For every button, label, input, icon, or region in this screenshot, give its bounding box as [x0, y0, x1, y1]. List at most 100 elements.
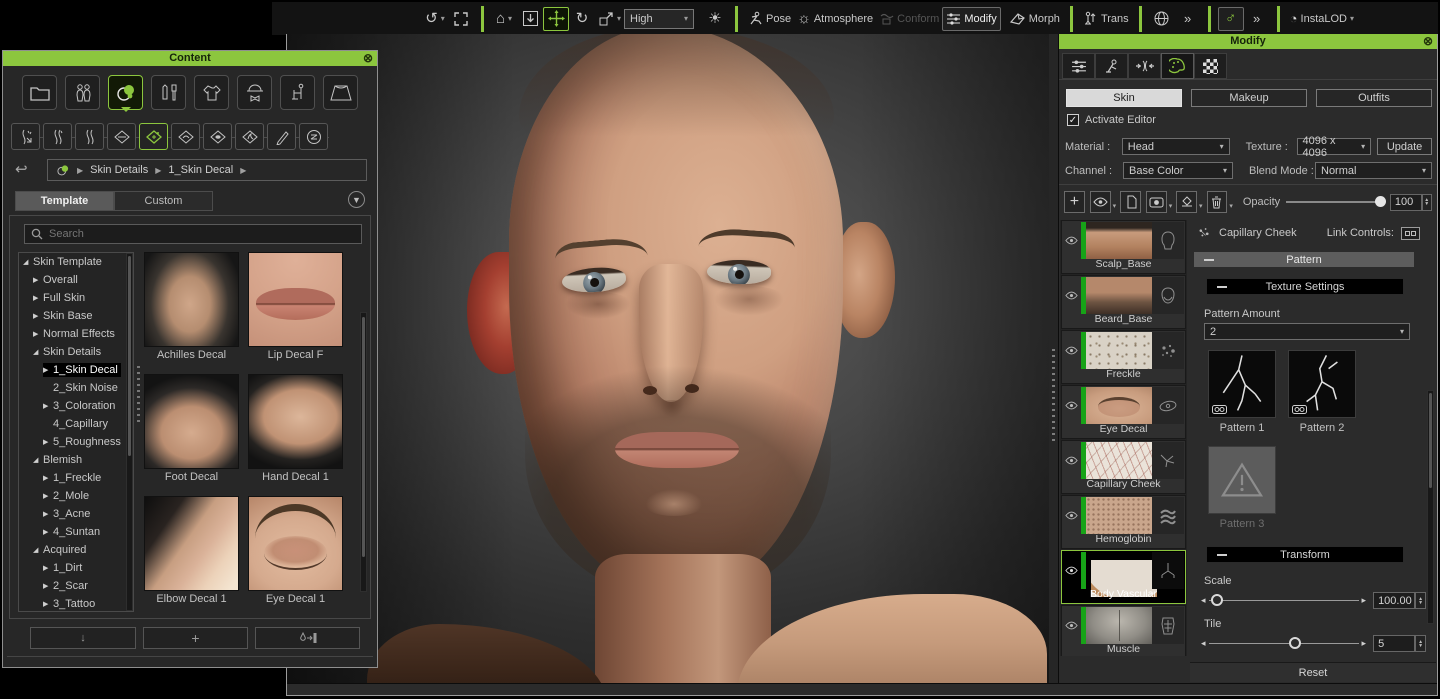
category-cloth-button[interactable] — [194, 75, 229, 110]
scale-tool-button[interactable]: ▾ — [595, 7, 624, 31]
tree-item[interactable]: 2_Mole — [19, 487, 133, 505]
asset-thumbnail[interactable] — [144, 496, 239, 591]
category-stage-button[interactable] — [323, 75, 358, 110]
morph-button[interactable]: Morph — [1007, 7, 1063, 31]
pattern-2-thumbnail[interactable] — [1288, 350, 1356, 418]
pattern-1-thumbnail[interactable] — [1208, 350, 1276, 418]
subcat-tattoo-pen-button[interactable] — [267, 123, 296, 150]
category-actor-button[interactable] — [65, 75, 100, 110]
opacity-slider[interactable] — [1286, 201, 1384, 203]
breadcrumb-child[interactable]: 1_Skin Decal — [168, 164, 233, 176]
texture-size-select[interactable]: 4096 x 4096▾ — [1297, 138, 1372, 155]
blend-mode-select[interactable]: Normal▾ — [1315, 162, 1432, 179]
tree-item[interactable]: 5_Roughness — [19, 433, 133, 451]
grid-scrollbar[interactable] — [360, 312, 367, 592]
tree-item[interactable]: Skin Base — [19, 307, 133, 325]
expand-more-button[interactable]: » — [1175, 7, 1201, 31]
expand-icon[interactable] — [33, 348, 43, 356]
tree-item[interactable]: 3_Coloration — [19, 397, 133, 415]
fullscreen-button[interactable] — [448, 7, 474, 31]
layer-row-body-vascular[interactable]: Body Vascular — [1061, 550, 1186, 604]
material-select[interactable]: Head▾ — [1122, 138, 1230, 155]
layer-row-capillary-cheek[interactable]: Capillary Cheek — [1061, 440, 1186, 494]
breadcrumb[interactable]: ▶ Skin Details ▶ 1_Skin Decal ▶ — [47, 159, 367, 181]
asset-thumbnail[interactable] — [248, 496, 343, 591]
skin-category-button[interactable]: Skin — [1066, 89, 1182, 107]
tab-morph[interactable] — [1128, 53, 1161, 79]
visibility-eye-icon[interactable] — [1062, 221, 1081, 259]
visibility-eye-icon[interactable] — [1062, 276, 1081, 314]
visibility-eye-icon[interactable] — [1062, 606, 1081, 644]
scale-slider-knob[interactable] — [1211, 594, 1223, 606]
visibility-eye-icon[interactable] — [1062, 386, 1081, 424]
pattern-section-header[interactable]: Pattern — [1194, 252, 1414, 267]
slider-right-arrow[interactable]: ▸ — [1362, 595, 1367, 606]
channel-select[interactable]: Base Color▾ — [1123, 162, 1233, 179]
expand-icon[interactable] — [23, 258, 33, 266]
add-layer-button[interactable]: + — [1064, 191, 1085, 213]
category-prop-button[interactable] — [280, 75, 315, 110]
tab-custom[interactable]: Custom — [114, 191, 213, 211]
splitter-grip[interactable] — [1052, 349, 1055, 441]
scale-slider[interactable] — [1209, 600, 1359, 601]
tree-item[interactable]: 2_Scar — [19, 577, 133, 595]
scrollbar-thumb[interactable] — [1429, 393, 1432, 488]
lighting-button[interactable]: ☀ — [702, 7, 728, 31]
scale-spinner[interactable]: ▲▼ — [1415, 592, 1426, 609]
tab-pose[interactable] — [1095, 53, 1128, 79]
activate-editor-checkbox[interactable] — [1067, 114, 1079, 126]
expand-icon[interactable] — [43, 582, 53, 590]
category-project-button[interactable] — [22, 75, 57, 110]
visibility-eye-icon[interactable] — [1062, 331, 1081, 369]
breadcrumb-root[interactable]: Skin Details — [90, 164, 148, 176]
asset-item[interactable]: Achilles Decal — [144, 252, 239, 361]
tree-item[interactable]: 4_Suntan — [19, 523, 133, 541]
bake-button[interactable] — [1176, 191, 1197, 213]
expand-icon[interactable] — [33, 312, 43, 320]
makeup-category-button[interactable]: Makeup — [1191, 89, 1307, 107]
tree-item-selected[interactable]: 1_Skin Decal — [19, 361, 133, 379]
pattern-amount-select[interactable]: 2 ▾ — [1204, 323, 1410, 340]
expand-icon[interactable] — [43, 366, 53, 374]
visibility-eye-icon[interactable] — [1062, 551, 1081, 589]
layer-row-freckle[interactable]: Freckle — [1061, 330, 1186, 384]
layer-row-scalp-base[interactable]: Scalp_Base — [1061, 220, 1186, 274]
close-icon[interactable]: ⊗ — [1423, 34, 1433, 49]
tile-spinner[interactable]: ▲▼ — [1415, 635, 1426, 652]
opacity-value[interactable]: 100 — [1390, 194, 1422, 211]
expand-more-button-2[interactable]: » — [1244, 7, 1270, 31]
texture-settings-header[interactable]: Texture Settings — [1206, 278, 1404, 295]
opacity-spinner[interactable]: ▲▼ — [1422, 194, 1432, 211]
instalod-button[interactable]: ◔ InstaLOD ▾ — [1287, 7, 1357, 31]
asset-item[interactable]: Lip Decal F — [248, 252, 343, 361]
layer-row-eye-decal[interactable]: Eye Decal — [1061, 385, 1186, 439]
tree-item[interactable]: 1_Dirt — [19, 559, 133, 577]
slider-left-arrow[interactable]: ◂ — [1201, 638, 1206, 649]
outfits-category-button[interactable]: Outfits — [1316, 89, 1432, 107]
tab-attribute[interactable] — [1062, 53, 1095, 79]
subcat-body-button[interactable] — [75, 123, 104, 150]
subcat-skin-preset-button[interactable] — [11, 123, 40, 150]
subcat-character-style-button[interactable] — [299, 123, 328, 150]
subcat-effect-button[interactable] — [235, 123, 264, 150]
expand-icon[interactable] — [33, 546, 43, 554]
category-skin-button[interactable] — [108, 75, 143, 110]
asset-item[interactable]: Elbow Decal 1 — [144, 496, 239, 605]
asset-thumbnail[interactable] — [144, 374, 239, 469]
expand-icon[interactable] — [43, 402, 53, 410]
expand-icon[interactable] — [33, 330, 43, 338]
asset-thumbnail[interactable] — [248, 252, 343, 347]
reset-camera-button[interactable]: ↺▾ — [422, 7, 448, 31]
tile-slider-knob[interactable] — [1289, 637, 1301, 649]
asset-item[interactable]: Eye Decal 1 — [248, 496, 343, 605]
mask-button[interactable] — [1146, 191, 1167, 213]
tree-scrollbar[interactable] — [126, 253, 133, 611]
move-tool-button[interactable] — [543, 7, 569, 31]
tab-template[interactable]: Template — [15, 191, 114, 211]
slider-left-arrow[interactable]: ◂ — [1201, 595, 1206, 606]
download-button[interactable]: ↓ — [30, 627, 136, 649]
tree-item[interactable]: 3_Tattoo — [19, 595, 133, 612]
tile-value[interactable]: 5 — [1373, 635, 1415, 652]
expand-icon[interactable] — [43, 528, 53, 536]
tree-item[interactable]: 2_Skin Noise — [19, 379, 133, 397]
